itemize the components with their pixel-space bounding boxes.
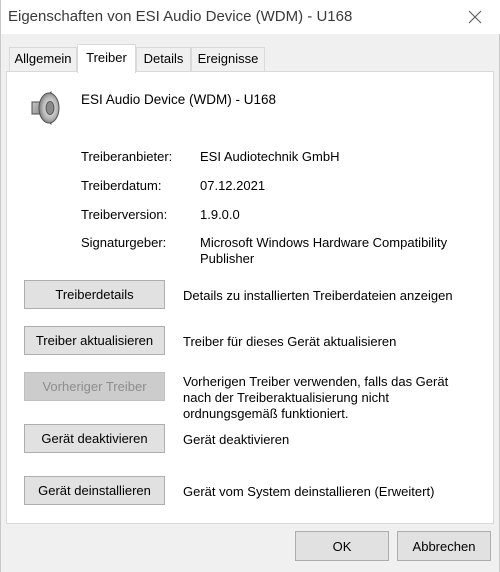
driver-tab-panel: ESI Audio Device (WDM) - U168 Treiberanb… <box>6 71 494 524</box>
driver-date-label: Treiberdatum: <box>81 178 162 193</box>
uninstall-device-button[interactable]: Gerät deinstallieren <box>24 476 165 505</box>
ok-button[interactable]: OK <box>295 531 389 561</box>
tab-treiber[interactable]: Treiber <box>77 44 136 73</box>
speaker-icon <box>31 90 60 126</box>
uninstall-device-description: Gerät vom System deinstallieren (Erweite… <box>183 484 435 499</box>
driver-details-button[interactable]: Treiberdetails <box>24 280 165 309</box>
signer-label: Signaturgeber: <box>81 235 167 250</box>
roll-back-driver-button[interactable]: Vorheriger Treiber <box>24 372 165 401</box>
signer-value: Microsoft Windows Hardware Compatibility… <box>200 235 448 266</box>
close-button[interactable] <box>455 2 495 32</box>
tab-ereignisse[interactable]: Ereignisse <box>191 47 265 71</box>
tab-details[interactable]: Details <box>136 47 191 71</box>
device-name: ESI Audio Device (WDM) - U168 <box>81 92 277 107</box>
roll-back-driver-description: Vorherigen Treiber verwenden, falls das … <box>183 374 449 421</box>
disable-device-button[interactable]: Gerät deaktivieren <box>24 424 165 453</box>
driver-date-value: 07.12.2021 <box>200 178 266 193</box>
tab-allgemein[interactable]: Allgemein <box>9 47 77 71</box>
update-driver-description: Treiber für dieses Gerät aktualisieren <box>183 334 397 349</box>
driver-provider-label: Treiberanbieter: <box>81 149 173 164</box>
cancel-button[interactable]: Abbrechen <box>397 531 491 561</box>
driver-details-description: Details zu installierten Treiberdateien … <box>183 288 453 303</box>
properties-dialog: Eigenschaften von ESI Audio Device (WDM)… <box>0 0 500 572</box>
driver-provider-value: ESI Audiotechnik GmbH <box>200 149 340 164</box>
window-title: Eigenschaften von ESI Audio Device (WDM)… <box>8 8 353 25</box>
disable-device-description: Gerät deaktivieren <box>183 432 290 447</box>
close-icon <box>468 10 482 24</box>
driver-version-value: 1.9.0.0 <box>200 207 240 222</box>
title-bar[interactable]: Eigenschaften von ESI Audio Device (WDM)… <box>1 0 500 34</box>
driver-version-label: Treiberversion: <box>81 207 168 222</box>
update-driver-button[interactable]: Treiber aktualisieren <box>24 326 165 355</box>
